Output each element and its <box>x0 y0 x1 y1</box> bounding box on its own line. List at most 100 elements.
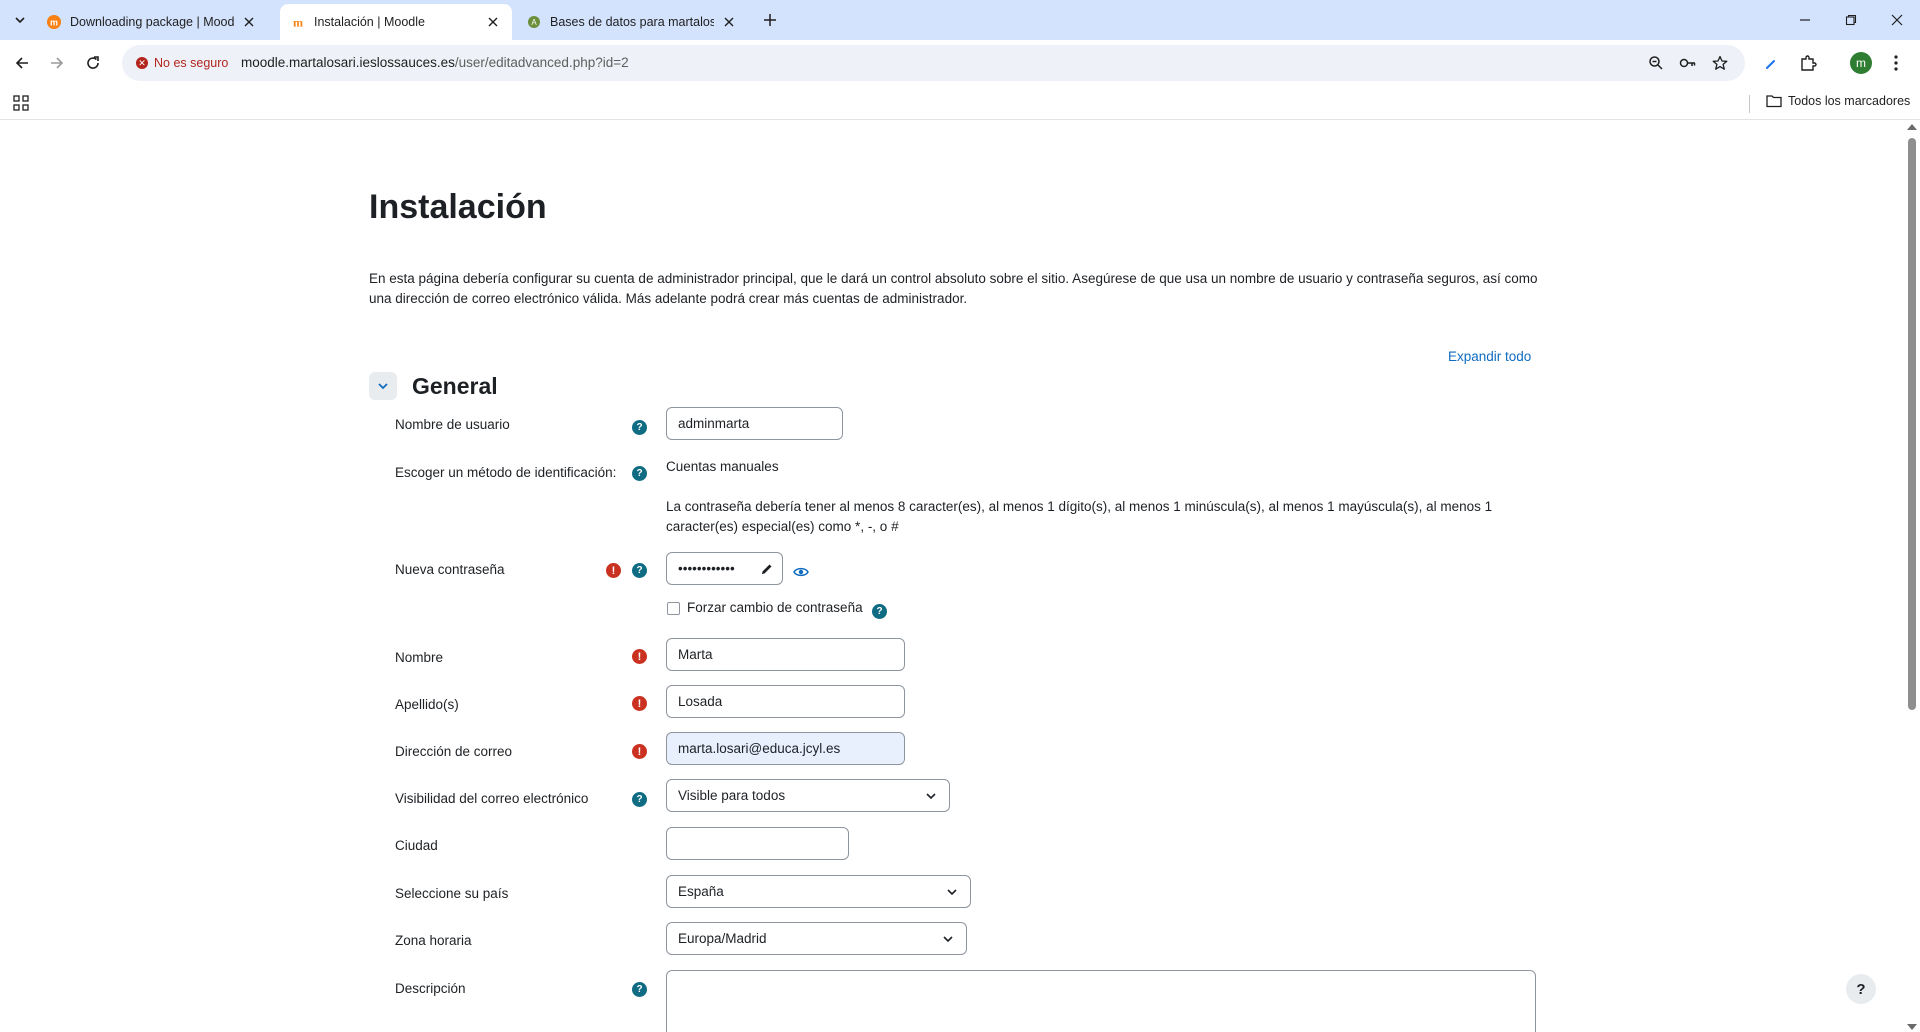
tab-instalacion[interactable]: m Instalación | Moodle <box>280 4 512 40</box>
city-label: Ciudad <box>395 838 438 853</box>
help-icon[interactable]: ? <box>632 466 647 481</box>
username-input[interactable]: adminmarta <box>666 407 843 440</box>
help-icon[interactable]: ? <box>632 982 647 997</box>
password-masked-value: •••••••••••• <box>678 561 735 576</box>
forward-button[interactable] <box>43 49 71 77</box>
svg-text:m: m <box>50 18 58 28</box>
bookmark-star-button[interactable] <box>1710 53 1730 73</box>
kebab-menu-icon <box>1894 55 1898 71</box>
chevron-down-icon <box>15 17 25 24</box>
close-tab-icon[interactable] <box>240 13 258 31</box>
tab-bases-de-datos[interactable]: A Bases de datos para martalosari <box>516 4 748 40</box>
timezone-label: Zona horaria <box>395 933 472 948</box>
url-text[interactable]: moodle.martalosari.ieslossauces.es/user/… <box>241 55 629 70</box>
help-icon[interactable]: ? <box>632 792 647 807</box>
firstname-label: Nombre <box>395 650 444 665</box>
email-visibility-select[interactable]: Visible para todos <box>666 779 950 812</box>
tab-title: Instalación | Moodle <box>314 15 425 29</box>
new-password-field[interactable]: •••••••••••• <box>666 552 783 585</box>
password-key-button[interactable] <box>1678 53 1698 73</box>
reveal-password-button[interactable] <box>792 563 810 581</box>
warning-icon: ✕ <box>136 57 148 69</box>
auth-method-value: Cuentas manuales <box>666 459 779 474</box>
tab-title: Downloading package | Moodle <box>70 15 234 29</box>
profile-avatar[interactable]: m <box>1850 52 1872 74</box>
restore-button[interactable] <box>1828 0 1874 40</box>
description-editor[interactable] <box>666 970 1536 1032</box>
minimize-icon <box>1800 19 1810 21</box>
section-collapse-button[interactable] <box>369 372 397 400</box>
svg-text:m: m <box>293 16 303 30</box>
close-tab-icon[interactable] <box>720 13 738 31</box>
required-icon: ! <box>632 696 647 711</box>
required-icon: ! <box>632 744 647 759</box>
star-icon <box>1712 55 1728 70</box>
close-window-button[interactable] <box>1874 0 1920 40</box>
extensions-button[interactable] <box>1796 51 1820 75</box>
extension-pen-button[interactable] <box>1760 51 1784 75</box>
email-label: Dirección de correo <box>395 744 513 759</box>
scroll-down-icon[interactable] <box>1907 1024 1917 1030</box>
plus-icon <box>764 14 776 26</box>
security-label: No es seguro <box>154 56 229 70</box>
tab-downloading-package[interactable]: m Downloading package | Moodle <box>36 4 268 40</box>
minimize-button[interactable] <box>1782 0 1828 40</box>
moodle-favicon-icon: m <box>46 14 62 30</box>
svg-text:A: A <box>531 18 537 27</box>
help-icon[interactable]: ? <box>632 563 647 578</box>
back-button[interactable] <box>8 49 36 77</box>
country-select[interactable]: España <box>666 875 971 908</box>
browser-toolbar: ✕ No es seguro moodle.martalosari.ieslos… <box>0 40 1920 86</box>
zoom-button[interactable] <box>1646 53 1666 73</box>
help-icon[interactable]: ? <box>872 604 887 619</box>
country-label: Seleccione su país <box>395 886 509 901</box>
security-chip[interactable]: ✕ No es seguro <box>130 51 236 75</box>
scrollbar-thumb[interactable] <box>1908 138 1916 710</box>
expand-all-link[interactable]: Expandir todo <box>1448 349 1531 364</box>
moodle-favicon-icon: m <box>290 14 306 30</box>
email-input[interactable]: marta.losari@educa.jcyl.es <box>666 732 905 765</box>
required-icon: ! <box>606 563 621 578</box>
lastname-label: Apellido(s) <box>395 697 459 712</box>
page-scrollbar[interactable] <box>1904 120 1920 1032</box>
reload-button[interactable] <box>79 49 107 77</box>
country-value: España <box>678 884 724 899</box>
page-title: Instalación <box>369 188 547 226</box>
all-bookmarks-label: Todos los marcadores <box>1788 94 1911 108</box>
password-policy-text: La contraseña debería tener al menos 8 c… <box>666 499 1493 534</box>
email-visibility-value: Visible para todos <box>678 788 786 803</box>
timezone-select[interactable]: Europa/Madrid <box>666 922 967 955</box>
bookmarks-divider <box>1749 95 1750 113</box>
chevron-down-icon <box>378 383 388 390</box>
firstname-input[interactable]: Marta <box>666 638 905 671</box>
page-help-button[interactable]: ? <box>1846 974 1876 1004</box>
email-visibility-label: Visibilidad del correo electrónico <box>395 791 589 806</box>
force-password-change-checkbox[interactable] <box>667 602 680 615</box>
lastname-input[interactable]: Losada <box>666 685 905 718</box>
tab-search-button[interactable] <box>8 8 32 32</box>
city-input[interactable] <box>666 827 849 860</box>
close-tab-icon[interactable] <box>484 13 502 31</box>
page-viewport: Instalación En esta página debería confi… <box>0 120 1920 1032</box>
key-icon <box>1679 58 1696 68</box>
chevron-down-icon <box>926 792 936 799</box>
address-bar[interactable]: ✕ No es seguro moodle.martalosari.ieslos… <box>122 45 1745 81</box>
eye-icon <box>793 567 809 577</box>
close-icon <box>1891 14 1903 26</box>
chevron-down-icon <box>947 888 957 895</box>
help-icon[interactable]: ? <box>632 420 647 435</box>
scroll-up-icon[interactable] <box>1907 124 1917 130</box>
zoom-icon <box>1649 56 1663 70</box>
new-password-label: Nueva contraseña <box>395 562 505 577</box>
new-tab-button[interactable] <box>758 8 782 32</box>
pen-icon <box>1766 60 1775 69</box>
reload-icon <box>87 56 99 69</box>
restore-icon <box>1845 14 1857 26</box>
all-bookmarks-button[interactable]: Todos los marcadores <box>1766 94 1910 108</box>
intro-text: En esta página debería configurar su cue… <box>369 271 1538 306</box>
apps-grid-icon[interactable] <box>12 94 30 112</box>
pencil-icon[interactable] <box>760 562 774 576</box>
puzzle-icon <box>1801 55 1817 71</box>
auth-method-label: Escoger un método de identificación: <box>395 465 617 480</box>
browser-menu-button[interactable] <box>1884 51 1908 75</box>
